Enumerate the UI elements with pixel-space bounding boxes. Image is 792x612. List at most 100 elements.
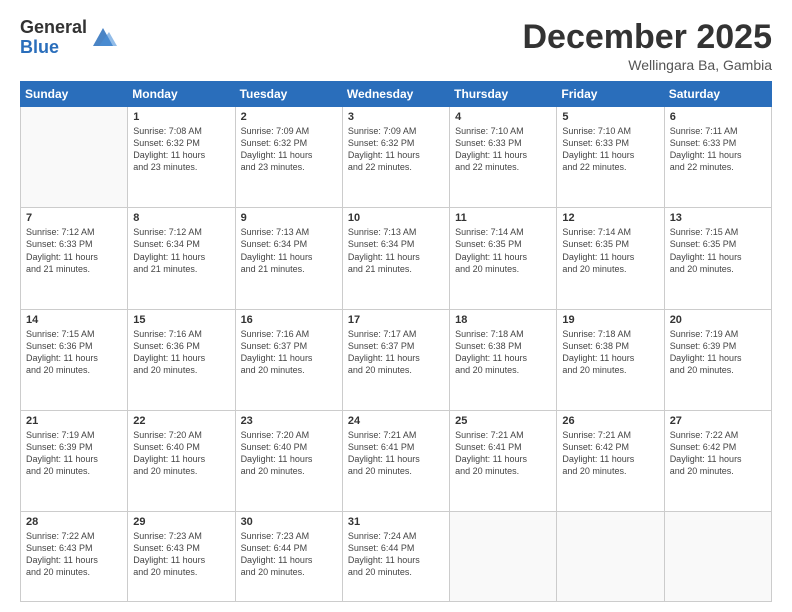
day-info: Sunrise: 7:10 AM Sunset: 6:33 PM Dayligh… <box>562 125 658 174</box>
day-info: Sunrise: 7:21 AM Sunset: 6:42 PM Dayligh… <box>562 429 658 478</box>
day-info: Sunrise: 7:09 AM Sunset: 6:32 PM Dayligh… <box>348 125 444 174</box>
day-info: Sunrise: 7:12 AM Sunset: 6:34 PM Dayligh… <box>133 226 229 275</box>
day-info: Sunrise: 7:24 AM Sunset: 6:44 PM Dayligh… <box>348 530 444 579</box>
day-info: Sunrise: 7:18 AM Sunset: 6:38 PM Dayligh… <box>455 328 551 377</box>
day-number: 4 <box>455 111 551 123</box>
day-info: Sunrise: 7:21 AM Sunset: 6:41 PM Dayligh… <box>348 429 444 478</box>
day-info: Sunrise: 7:14 AM Sunset: 6:35 PM Dayligh… <box>562 226 658 275</box>
day-number: 3 <box>348 111 444 123</box>
day-cell: 14Sunrise: 7:15 AM Sunset: 6:36 PM Dayli… <box>21 309 128 410</box>
day-info: Sunrise: 7:20 AM Sunset: 6:40 PM Dayligh… <box>133 429 229 478</box>
col-header-friday: Friday <box>557 82 664 107</box>
day-number: 19 <box>562 314 658 326</box>
day-cell: 15 Sunrise: 7:16 AM Sunset: 6:36 PM Dayli… <box>128 309 235 410</box>
col-header-tuesday: Tuesday <box>235 82 342 107</box>
day-info: Sunrise: 7:11 AM Sunset: 6:33 PM Dayligh… <box>670 125 766 174</box>
col-header-sunday: Sunday <box>21 82 128 107</box>
col-header-thursday: Thursday <box>450 82 557 107</box>
col-header-monday: Monday <box>128 82 235 107</box>
logo-general: General <box>20 18 87 38</box>
day-cell: 13Sunrise: 7:15 AM Sunset: 6:35 PM Dayli… <box>664 208 771 309</box>
day-cell: 2 Sunrise: 7:09 AM Sunset: 6:32 PM Daylig… <box>235 107 342 208</box>
day-cell: 17 Sunrise: 7:17 AM Sunset: 6:37 PM Dayli… <box>342 309 449 410</box>
day-info: Sunrise: 7:08 AM Sunset: 6:32 PM Dayligh… <box>133 125 229 174</box>
calendar-table: SundayMondayTuesdayWednesdayThursdayFrid… <box>20 81 772 602</box>
day-cell <box>450 512 557 602</box>
day-number: 10 <box>348 212 444 224</box>
day-info: Sunrise: 7:16 AM Sunset: 6:36 PM Dayligh… <box>133 328 229 377</box>
day-info: Sunrise: 7:13 AM Sunset: 6:34 PM Dayligh… <box>241 226 337 275</box>
day-cell: 1 Sunrise: 7:08 AM Sunset: 6:32 PM Daylig… <box>128 107 235 208</box>
day-info: Sunrise: 7:09 AM Sunset: 6:32 PM Dayligh… <box>241 125 337 174</box>
day-number: 29 <box>133 516 229 528</box>
day-cell: 7 Sunrise: 7:12 AM Sunset: 6:33 PM Daylig… <box>21 208 128 309</box>
day-cell: 31 Sunrise: 7:24 AM Sunset: 6:44 PM Dayli… <box>342 512 449 602</box>
day-cell: 19 Sunrise: 7:18 AM Sunset: 6:38 PM Dayli… <box>557 309 664 410</box>
day-cell: 9Sunrise: 7:13 AM Sunset: 6:34 PM Daylig… <box>235 208 342 309</box>
day-number: 15 <box>133 314 229 326</box>
day-number: 11 <box>455 212 551 224</box>
day-number: 14 <box>26 314 122 326</box>
day-number: 17 <box>348 314 444 326</box>
day-cell: 12 Sunrise: 7:14 AM Sunset: 6:35 PM Dayli… <box>557 208 664 309</box>
day-number: 8 <box>133 212 229 224</box>
day-info: Sunrise: 7:14 AM Sunset: 6:35 PM Dayligh… <box>455 226 551 275</box>
location: Wellingara Ba, Gambia <box>522 57 772 73</box>
day-number: 12 <box>562 212 658 224</box>
day-number: 23 <box>241 415 337 427</box>
day-number: 16 <box>241 314 337 326</box>
day-info: Sunrise: 7:21 AM Sunset: 6:41 PM Dayligh… <box>455 429 551 478</box>
day-number: 24 <box>348 415 444 427</box>
day-cell: 28 Sunrise: 7:22 AM Sunset: 6:43 PM Dayli… <box>21 512 128 602</box>
day-info: Sunrise: 7:16 AM Sunset: 6:37 PM Dayligh… <box>241 328 337 377</box>
day-cell: 21Sunrise: 7:19 AM Sunset: 6:39 PM Dayli… <box>21 410 128 511</box>
day-number: 22 <box>133 415 229 427</box>
day-number: 7 <box>26 212 122 224</box>
day-cell: 6 Sunrise: 7:11 AM Sunset: 6:33 PM Daylig… <box>664 107 771 208</box>
week-row-0: 1 Sunrise: 7:08 AM Sunset: 6:32 PM Daylig… <box>21 107 772 208</box>
day-info: Sunrise: 7:22 AM Sunset: 6:43 PM Dayligh… <box>26 530 122 579</box>
logo: General Blue <box>20 18 117 58</box>
day-cell: 20Sunrise: 7:19 AM Sunset: 6:39 PM Dayli… <box>664 309 771 410</box>
week-row-3: 21Sunrise: 7:19 AM Sunset: 6:39 PM Dayli… <box>21 410 772 511</box>
day-number: 20 <box>670 314 766 326</box>
day-cell <box>557 512 664 602</box>
day-number: 1 <box>133 111 229 123</box>
col-header-wednesday: Wednesday <box>342 82 449 107</box>
calendar-header-row: SundayMondayTuesdayWednesdayThursdayFrid… <box>21 82 772 107</box>
day-number: 25 <box>455 415 551 427</box>
day-info: Sunrise: 7:23 AM Sunset: 6:44 PM Dayligh… <box>241 530 337 579</box>
day-cell: 3 Sunrise: 7:09 AM Sunset: 6:32 PM Daylig… <box>342 107 449 208</box>
day-cell <box>21 107 128 208</box>
day-info: Sunrise: 7:23 AM Sunset: 6:43 PM Dayligh… <box>133 530 229 579</box>
week-row-2: 14Sunrise: 7:15 AM Sunset: 6:36 PM Dayli… <box>21 309 772 410</box>
day-number: 30 <box>241 516 337 528</box>
day-cell: 5 Sunrise: 7:10 AM Sunset: 6:33 PM Daylig… <box>557 107 664 208</box>
day-cell: 10Sunrise: 7:13 AM Sunset: 6:34 PM Dayli… <box>342 208 449 309</box>
day-info: Sunrise: 7:19 AM Sunset: 6:39 PM Dayligh… <box>26 429 122 478</box>
day-info: Sunrise: 7:17 AM Sunset: 6:37 PM Dayligh… <box>348 328 444 377</box>
day-cell: 23Sunrise: 7:20 AM Sunset: 6:40 PM Dayli… <box>235 410 342 511</box>
day-cell: 24 Sunrise: 7:21 AM Sunset: 6:41 PM Dayli… <box>342 410 449 511</box>
day-info: Sunrise: 7:22 AM Sunset: 6:42 PM Dayligh… <box>670 429 766 478</box>
day-cell: 30 Sunrise: 7:23 AM Sunset: 6:44 PM Dayli… <box>235 512 342 602</box>
day-cell: 18 Sunrise: 7:18 AM Sunset: 6:38 PM Dayli… <box>450 309 557 410</box>
day-cell: 27 Sunrise: 7:22 AM Sunset: 6:42 PM Dayli… <box>664 410 771 511</box>
day-cell: 26 Sunrise: 7:21 AM Sunset: 6:42 PM Dayli… <box>557 410 664 511</box>
day-number: 18 <box>455 314 551 326</box>
day-number: 28 <box>26 516 122 528</box>
day-number: 5 <box>562 111 658 123</box>
day-info: Sunrise: 7:18 AM Sunset: 6:38 PM Dayligh… <box>562 328 658 377</box>
day-number: 6 <box>670 111 766 123</box>
day-cell: 16 Sunrise: 7:16 AM Sunset: 6:37 PM Dayli… <box>235 309 342 410</box>
day-cell: 8 Sunrise: 7:12 AM Sunset: 6:34 PM Daylig… <box>128 208 235 309</box>
month-title: December 2025 <box>522 18 772 57</box>
day-number: 2 <box>241 111 337 123</box>
day-number: 31 <box>348 516 444 528</box>
logo-icon <box>89 22 117 50</box>
day-number: 27 <box>670 415 766 427</box>
header: General Blue December 2025 Wellingara Ba… <box>20 18 772 73</box>
day-info: Sunrise: 7:12 AM Sunset: 6:33 PM Dayligh… <box>26 226 122 275</box>
day-cell: 22 Sunrise: 7:20 AM Sunset: 6:40 PM Dayli… <box>128 410 235 511</box>
day-number: 26 <box>562 415 658 427</box>
